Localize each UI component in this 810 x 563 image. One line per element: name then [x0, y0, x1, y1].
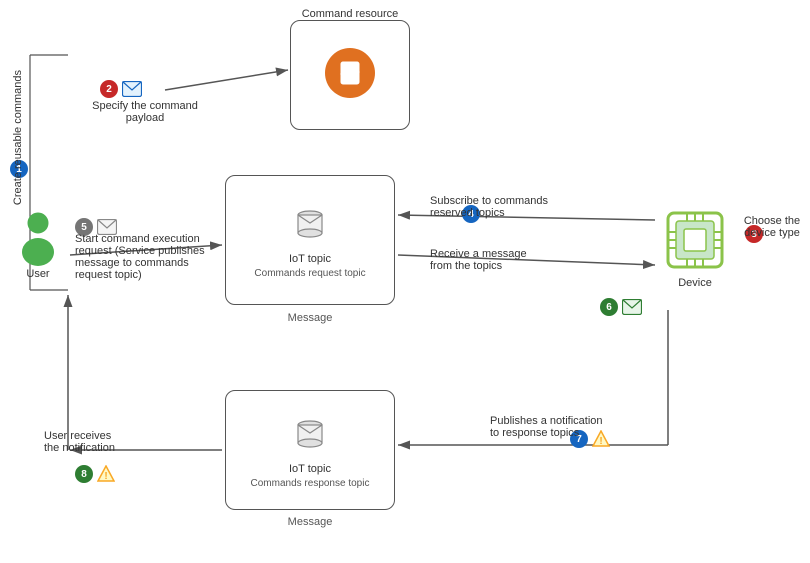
iot-topic-1-sublabel: Commands request topic	[254, 268, 365, 279]
iot-topic-box-2: IoT topic Commands response topic	[225, 390, 395, 510]
step2-badge: 2	[100, 80, 118, 98]
diagram: Command resource IoT topic Commands requ…	[0, 0, 810, 563]
step8-container: 8 !	[75, 465, 115, 483]
step1-label: Create reusable commands	[12, 70, 24, 205]
iot-topic-2-sublabel: Commands response topic	[251, 478, 370, 489]
step5-label: Start command executionrequest (Service …	[75, 233, 225, 281]
step2-email-icon	[122, 81, 142, 97]
svg-text:!: !	[104, 471, 107, 482]
step8-label: User receivesthe notification	[44, 430, 174, 454]
step4b-label: Receive a messagefrom the topics	[430, 248, 595, 272]
user-icon	[15, 210, 61, 266]
user-figure: User	[15, 210, 61, 280]
iot-topic-2-label: IoT topic	[289, 462, 331, 476]
step8-alert-icon: !	[97, 465, 115, 483]
iot-icon-2	[288, 411, 332, 458]
device-figure: Device	[660, 205, 730, 289]
iot-topic-box-1: IoT topic Commands request topic	[225, 175, 395, 305]
message-label-1: Message	[225, 312, 395, 324]
command-resource-icon	[325, 48, 375, 98]
device-label: Device	[678, 277, 712, 289]
iot-topic-1-label: IoT topic	[289, 252, 331, 266]
step7-label: Publishes a notificationto response topi…	[490, 415, 645, 439]
step8-badge: 8	[75, 465, 93, 483]
step4-label: Subscribe to commandsreserved topics	[430, 195, 595, 219]
step6-badge: 6	[600, 298, 618, 316]
step2-container: 2	[100, 80, 142, 98]
step3-label: Choose thedevice type	[738, 215, 806, 239]
command-resource-label: Command resource	[290, 8, 410, 20]
message-label-2: Message	[225, 516, 395, 528]
step6-container: 6	[600, 298, 642, 316]
iot-icon-1	[288, 201, 332, 248]
device-icon	[660, 205, 730, 275]
step2-label: Specify the commandpayload	[90, 100, 200, 124]
user-label: User	[26, 268, 49, 280]
command-resource-box	[290, 20, 410, 130]
step6-email-icon	[622, 299, 642, 315]
